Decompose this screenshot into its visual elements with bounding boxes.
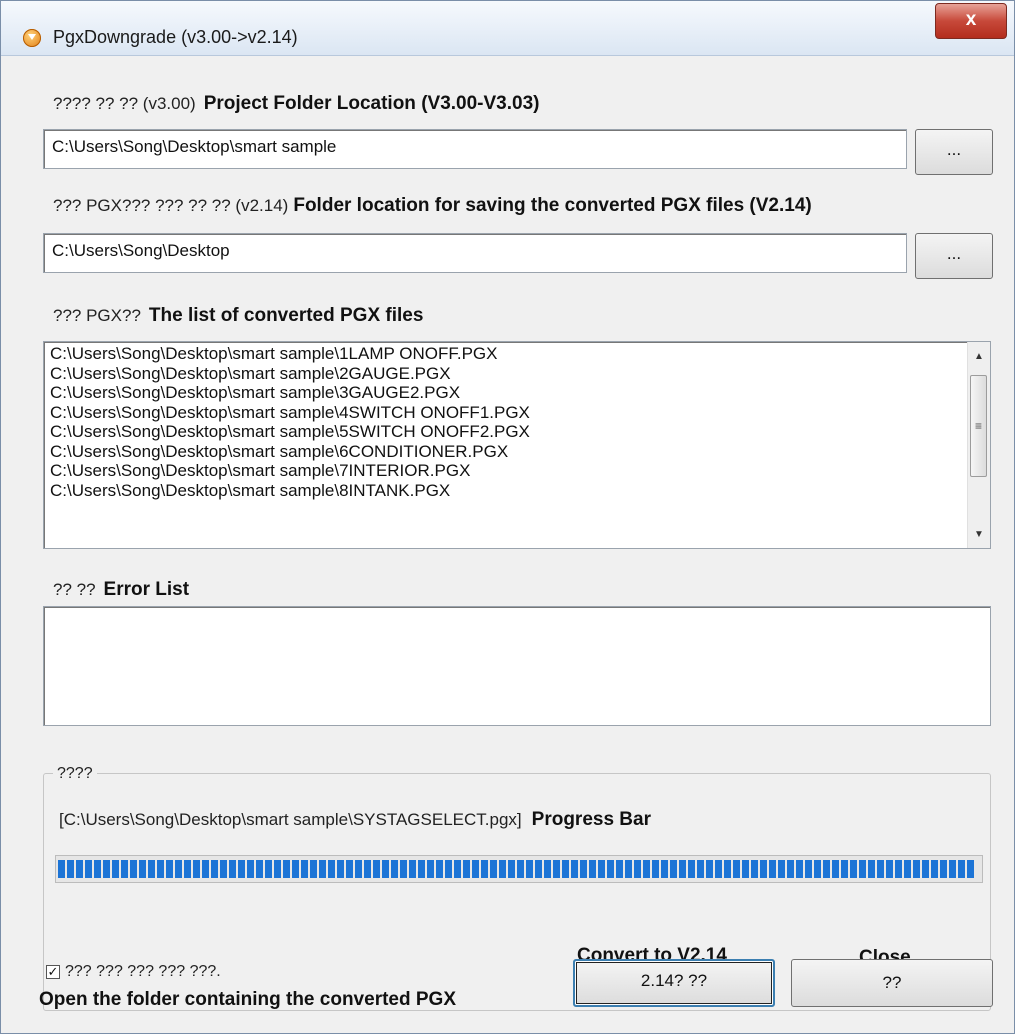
converted-files-listbox[interactable]: C:\Users\Song\Desktop\smart sample\1LAMP… bbox=[43, 341, 991, 549]
list-item[interactable]: C:\Users\Song\Desktop\smart sample\1LAMP… bbox=[50, 344, 530, 364]
progress-status: [C:\Users\Song\Desktop\smart sample\SYST… bbox=[59, 809, 651, 831]
list-item[interactable]: C:\Users\Song\Desktop\smart sample\5SWIT… bbox=[50, 422, 530, 442]
project-folder-label: ???? ?? ?? (v3.00) Project Folder Locatio… bbox=[53, 93, 539, 115]
progress-bar-fill bbox=[58, 860, 975, 878]
converted-files-rows: C:\Users\Song\Desktop\smart sample\1LAMP… bbox=[50, 344, 530, 500]
convert-button[interactable]: 2.14? ?? bbox=[573, 959, 775, 1007]
error-list-label-korean: ?? ?? bbox=[53, 580, 96, 599]
save-folder-label: ??? PGX??? ??? ?? ?? (v2.14) Folder locat… bbox=[53, 195, 812, 217]
error-list-label-english: Error List bbox=[103, 579, 190, 600]
app-icon bbox=[23, 29, 41, 47]
open-folder-label-korean: ??? ??? ??? ??? ???. bbox=[65, 963, 221, 980]
progress-bar-caption: Progress Bar bbox=[531, 809, 651, 830]
converted-list-label-korean: ??? PGX?? bbox=[53, 306, 141, 325]
error-list-label: ?? ?? Error List bbox=[53, 579, 189, 601]
converted-list-label-english: The list of converted PGX files bbox=[148, 305, 424, 326]
open-folder-label-english: Open the folder containing the converted… bbox=[39, 989, 456, 1010]
converted-list-label: ??? PGX?? The list of converted PGX files bbox=[53, 305, 423, 327]
list-item[interactable]: C:\Users\Song\Desktop\smart sample\3GAUG… bbox=[50, 383, 530, 403]
error-list-box[interactable] bbox=[43, 606, 991, 726]
project-folder-label-korean: ???? ?? ?? (v3.00) bbox=[53, 94, 196, 113]
save-folder-label-english: Folder location for saving the converted… bbox=[293, 195, 812, 216]
progress-bar bbox=[55, 855, 983, 883]
save-folder-input[interactable]: C:\Users\Song\Desktop bbox=[43, 233, 907, 273]
list-item[interactable]: C:\Users\Song\Desktop\smart sample\8INTA… bbox=[50, 481, 530, 501]
progress-group-title: ???? bbox=[53, 765, 97, 783]
window-title: PgxDowngrade (v3.00->v2.14) bbox=[53, 27, 298, 47]
grip-icon: ≡ bbox=[975, 419, 983, 433]
project-folder-label-english: Project Folder Location (V3.00-V3.03) bbox=[203, 93, 540, 114]
progress-current-file: [C:\Users\Song\Desktop\smart sample\SYST… bbox=[59, 810, 522, 829]
project-folder-input[interactable]: C:\Users\Song\Desktop\smart sample bbox=[43, 129, 907, 169]
title-bar: PgxDowngrade (v3.00->v2.14) x bbox=[1, 1, 1014, 56]
project-folder-browse-button[interactable]: ... bbox=[915, 129, 993, 175]
list-item[interactable]: C:\Users\Song\Desktop\smart sample\4SWIT… bbox=[50, 403, 530, 423]
list-item[interactable]: C:\Users\Song\Desktop\smart sample\7INTE… bbox=[50, 461, 530, 481]
window-close-button[interactable]: x bbox=[935, 3, 1007, 39]
scroll-down-arrow-icon[interactable]: ▼ bbox=[968, 524, 990, 546]
list-item[interactable]: C:\Users\Song\Desktop\smart sample\2GAUG… bbox=[50, 364, 530, 384]
save-folder-browse-button[interactable]: ... bbox=[915, 233, 993, 279]
list-scrollbar[interactable]: ▲ ≡ ▼ bbox=[967, 342, 990, 548]
open-folder-checkbox[interactable]: ✓ bbox=[46, 965, 60, 979]
scroll-thumb[interactable]: ≡ bbox=[970, 375, 987, 477]
main-window: PgxDowngrade (v3.00->v2.14) x ???? ?? ??… bbox=[0, 0, 1015, 1034]
scroll-up-arrow-icon[interactable]: ▲ bbox=[968, 346, 990, 368]
close-button[interactable]: ?? bbox=[791, 959, 993, 1007]
save-folder-label-korean: ??? PGX??? ??? ?? ?? (v2.14) bbox=[53, 196, 289, 215]
list-item[interactable]: C:\Users\Song\Desktop\smart sample\6COND… bbox=[50, 442, 530, 462]
